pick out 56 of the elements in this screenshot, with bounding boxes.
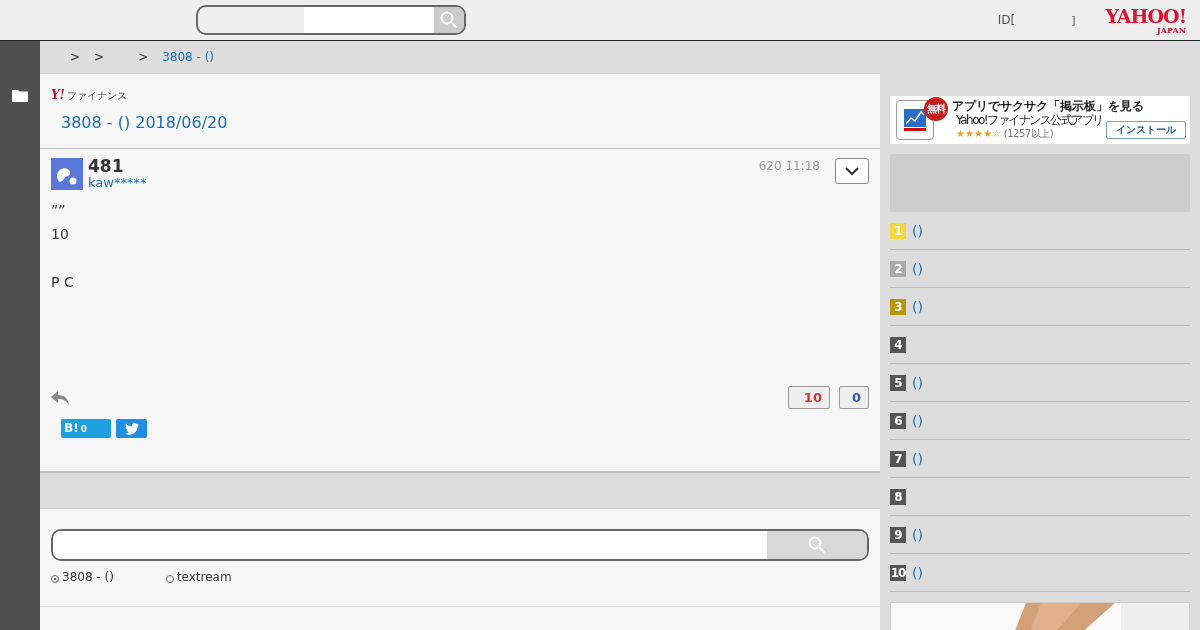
twitter-button[interactable] bbox=[116, 419, 147, 438]
review-count: (1257以上) bbox=[1003, 128, 1054, 140]
ranking-link[interactable]: () bbox=[912, 260, 923, 277]
yahoo-logo[interactable]: YAHOO! JAPAN bbox=[1105, 6, 1186, 34]
rank-number: 8 bbox=[890, 488, 906, 505]
bird-icon bbox=[124, 422, 139, 435]
breadcrumb-item: > bbox=[138, 50, 149, 64]
like-button[interactable]: 10 bbox=[787, 386, 830, 409]
rank-number: 7 bbox=[890, 450, 906, 467]
board-title[interactable]: 3808 - () 2018/06/20 bbox=[61, 113, 228, 132]
ad-subtitle: Yahoo!ファイナンス公式アプリ bbox=[956, 114, 1104, 128]
breadcrumb-item: > bbox=[94, 50, 105, 64]
search-icon bbox=[808, 536, 826, 554]
ranking-link[interactable]: () bbox=[912, 564, 923, 581]
search-button[interactable] bbox=[434, 7, 464, 33]
rank-number: 9 bbox=[890, 526, 906, 543]
chevron-icon bbox=[845, 166, 859, 176]
menu-button[interactable] bbox=[835, 158, 869, 184]
rank-number: 10 bbox=[890, 564, 906, 581]
login-bracket: ] bbox=[1071, 13, 1076, 27]
reply-icon[interactable] bbox=[51, 390, 69, 405]
post-text: ”” 10 P C bbox=[51, 201, 74, 292]
user-link[interactable]: kaw***** bbox=[88, 176, 147, 189]
free-badge: 無料 bbox=[924, 97, 948, 121]
ranking-link[interactable]: () bbox=[912, 222, 923, 239]
rank-number: 6 bbox=[890, 412, 906, 429]
rank-number: 3 bbox=[890, 298, 906, 315]
search-field[interactable] bbox=[196, 5, 466, 35]
breadcrumb-item[interactable]: 3808 - () bbox=[162, 50, 215, 64]
rank-number: 2 bbox=[890, 260, 906, 277]
install-button[interactable]: インストール bbox=[1106, 121, 1186, 139]
radio-option[interactable]: textream bbox=[165, 570, 232, 584]
login-link[interactable]: ID[ bbox=[997, 13, 1016, 27]
ranking-link[interactable]: () bbox=[912, 450, 923, 467]
breadcrumb-item: > bbox=[70, 50, 81, 64]
finance-logo[interactable]: Y! ファイナンス bbox=[51, 88, 127, 103]
radio-option[interactable]: 3808 - () bbox=[51, 570, 114, 584]
search-icon bbox=[440, 11, 458, 29]
search-input[interactable] bbox=[304, 7, 434, 33]
folder-icon[interactable] bbox=[12, 89, 28, 102]
rank-number: 1 bbox=[890, 222, 906, 239]
rank-number: 4 bbox=[890, 336, 906, 353]
avatar-icon bbox=[51, 158, 83, 190]
post-date: 620 11:18 bbox=[758, 159, 820, 173]
post-number: 481 bbox=[88, 158, 125, 175]
ranking-link[interactable]: () bbox=[912, 374, 923, 391]
hatena-bookmark-button[interactable]: B! 0 bbox=[61, 419, 111, 438]
rank-number: 5 bbox=[890, 374, 906, 391]
dislike-button[interactable]: 0 bbox=[838, 386, 869, 409]
ad-title: アプリでサクサク「掲示板」を見る bbox=[952, 100, 1144, 114]
ranking-link[interactable]: () bbox=[912, 298, 923, 315]
ranking-link[interactable]: () bbox=[912, 412, 923, 429]
star-rating: ★★★★☆ bbox=[956, 128, 1001, 140]
search-field[interactable] bbox=[51, 529, 869, 561]
app-ad-banner[interactable]: 無料 アプリでサクサク「掲示板」を見る Yahoo!ファイナンス公式アプリ ★★★★☆ (1257以上) インストール bbox=[890, 96, 1190, 144]
ranking-link[interactable]: () bbox=[912, 526, 923, 543]
